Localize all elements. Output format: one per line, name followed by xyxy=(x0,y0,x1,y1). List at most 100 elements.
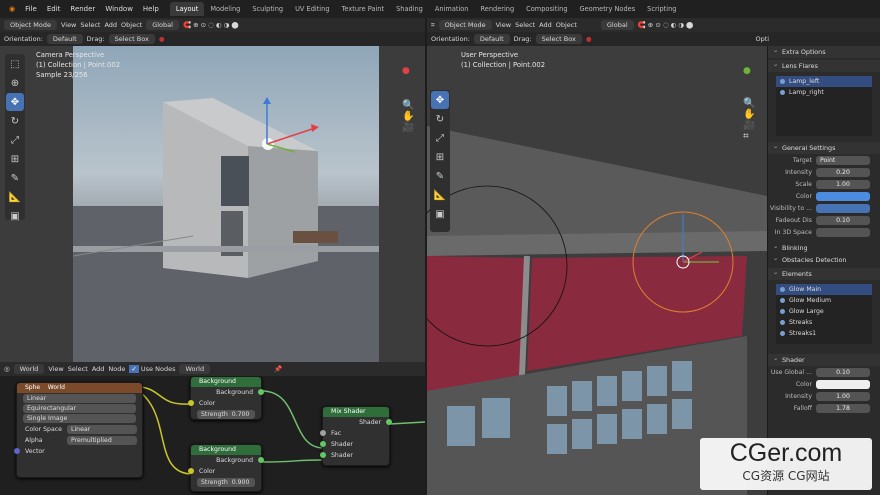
elements-section[interactable]: Elements xyxy=(768,266,880,280)
left-menu-add[interactable]: Add xyxy=(104,21,117,29)
scale-row[interactable]: Scale 1.00 xyxy=(768,178,880,190)
right-rotate-tool-icon[interactable]: ↻ xyxy=(431,110,449,128)
tab-texture-paint[interactable]: Texture Paint xyxy=(336,2,391,16)
background-node-2[interactable]: Background Background Color Strength 0.9… xyxy=(188,444,264,492)
interpolation-dropdown[interactable]: Linear xyxy=(23,394,136,403)
tab-modeling[interactable]: Modeling xyxy=(204,2,246,16)
mix-shader-node[interactable]: Mix Shader Shader Fac Shader Shader xyxy=(320,406,392,466)
left-menu-select[interactable]: Select xyxy=(80,21,100,29)
orientation-dropdown[interactable]: Default xyxy=(46,34,83,44)
left-viewport[interactable]: ⬚ ⊕ ✥ ↻ ⤢ ⊞ ✎ 📐 ▣ Camera Perspective (1)… xyxy=(0,46,425,362)
falloff-row[interactable]: Falloff 1.78 xyxy=(768,402,880,414)
drag-dropdown[interactable]: Select Box xyxy=(108,34,155,44)
target-row[interactable]: Target Point xyxy=(768,154,880,166)
zoom-icon[interactable]: 🔍 xyxy=(402,100,420,111)
use-nodes-checkbox[interactable]: ✓ Use Nodes xyxy=(129,365,175,373)
tab-shading[interactable]: Shading xyxy=(390,2,429,16)
transform-tool-icon[interactable]: ⊞ xyxy=(6,150,24,168)
visibility-row[interactable]: Visibility to ... xyxy=(768,202,880,214)
menu-render[interactable]: Render xyxy=(65,5,100,13)
background-node-1[interactable]: Background Background Color Strength 0.7… xyxy=(188,376,264,420)
lamp-list-item[interactable]: Lamp_left xyxy=(776,76,872,87)
options-overflow[interactable]: Opti xyxy=(756,35,770,43)
shader-color-row[interactable]: Color xyxy=(768,378,880,390)
tab-layout[interactable]: Layout xyxy=(169,2,205,16)
right-orientation-dropdown[interactable]: Default xyxy=(473,34,510,44)
element-item[interactable]: Glow Large xyxy=(776,306,872,317)
in-3d-space-row[interactable]: In 3D Space xyxy=(768,226,880,238)
menu-help[interactable]: Help xyxy=(138,5,164,13)
grid-icon[interactable]: ⌗ xyxy=(743,131,761,142)
blinking-section[interactable]: Blinking xyxy=(768,240,880,254)
extra-options-section[interactable]: Extra Options xyxy=(768,44,880,58)
general-settings-section[interactable]: General Settings xyxy=(768,140,880,154)
element-item[interactable]: Glow Main xyxy=(776,284,872,295)
tab-sculpting[interactable]: Sculpting xyxy=(246,2,289,16)
right-scale-tool-icon[interactable]: ⤢ xyxy=(431,129,449,147)
right-transform-dropdown[interactable]: Global xyxy=(600,20,634,30)
tab-scripting[interactable]: Scripting xyxy=(641,2,682,16)
right-transform-tool-icon[interactable]: ⊞ xyxy=(431,148,449,166)
right-menu-add[interactable]: Add xyxy=(539,21,552,29)
tab-animation[interactable]: Animation xyxy=(429,2,475,16)
add-cube-tool-icon[interactable]: ▣ xyxy=(6,207,24,225)
color-row[interactable]: Color xyxy=(768,190,880,202)
right-drag-dropdown[interactable]: Select Box xyxy=(535,34,582,44)
cursor-tool-icon[interactable]: ⊕ xyxy=(6,74,24,92)
world-dropdown[interactable]: World xyxy=(13,364,45,374)
shader-section[interactable]: Shader xyxy=(768,352,880,366)
annotate-tool-icon[interactable]: ✎ xyxy=(6,169,24,187)
use-global-row[interactable]: Use Global ... 0.10 xyxy=(768,366,880,378)
color-space-row[interactable]: Color Space Linear xyxy=(17,424,142,435)
move-tool-icon[interactable]: ✥ xyxy=(6,93,24,111)
world-datablock[interactable]: World xyxy=(179,364,211,374)
source-dropdown[interactable]: Single Image xyxy=(23,414,136,423)
node-menu-view[interactable]: View xyxy=(48,365,63,373)
scale-tool-icon[interactable]: ⤢ xyxy=(6,131,24,149)
shader-intensity-row[interactable]: Intensity 1.00 xyxy=(768,390,880,402)
right-mode-dropdown[interactable]: Object Mode xyxy=(438,20,492,30)
right-camera-icon[interactable]: 🎥 xyxy=(743,120,761,131)
right-shading-icons[interactable]: ● xyxy=(586,35,592,43)
element-item[interactable]: Glow Medium xyxy=(776,295,872,306)
bg2-strength-field[interactable]: Strength 0.900 xyxy=(197,478,255,487)
rotate-tool-icon[interactable]: ↻ xyxy=(6,112,24,130)
shading-icons[interactable]: ● xyxy=(159,35,165,43)
transform-gizmo[interactable] xyxy=(255,94,325,174)
right-add-cube-tool-icon[interactable]: ▣ xyxy=(431,205,449,223)
menu-file[interactable]: File xyxy=(20,5,42,13)
obstacles-section[interactable]: Obstacles Detection xyxy=(768,252,880,266)
snap-icon[interactable]: 🧲 ⊕ ⊙ ◌ ◐ ◑ ⬤ xyxy=(183,21,239,29)
right-axis-gizmo-icon[interactable]: ● xyxy=(743,66,761,76)
node-menu-select[interactable]: Select xyxy=(68,365,88,373)
node-menu-node[interactable]: Node xyxy=(108,365,125,373)
projection-dropdown[interactable]: Equirectangular xyxy=(23,404,136,413)
node-canvas[interactable]: Sphe World Linear Equirectangular Single… xyxy=(0,376,425,495)
left-menu-object[interactable]: Object xyxy=(121,21,142,29)
right-annotate-tool-icon[interactable]: ✎ xyxy=(431,167,449,185)
element-item[interactable]: Streaks xyxy=(776,317,872,328)
alpha-row[interactable]: Alpha Premultiplied xyxy=(17,435,142,446)
bg1-strength-field[interactable]: Strength 0.700 xyxy=(197,410,255,419)
right-measure-tool-icon[interactable]: 📐 xyxy=(431,186,449,204)
menu-window[interactable]: Window xyxy=(100,5,138,13)
tab-compositing[interactable]: Compositing xyxy=(520,2,573,16)
editor-type-icon[interactable]: ◎ xyxy=(4,365,10,373)
right-zoom-icon[interactable]: 🔍 xyxy=(743,98,761,109)
select-tool-icon[interactable]: ⬚ xyxy=(6,55,24,73)
left-mode-dropdown[interactable]: Object Mode xyxy=(4,20,57,30)
environment-texture-node[interactable]: Sphe World Linear Equirectangular Single… xyxy=(14,382,143,478)
fadeout-row[interactable]: Fadeout Dis 0.10 xyxy=(768,214,880,226)
node-menu-add[interactable]: Add xyxy=(92,365,105,373)
lens-flares-section[interactable]: Lens Flares xyxy=(768,58,880,72)
hand-icon[interactable]: ✋ xyxy=(402,111,420,122)
camera-icon[interactable]: 🎥 xyxy=(402,122,420,133)
intensity-row[interactable]: Intensity 0.20 xyxy=(768,166,880,178)
left-menu-view[interactable]: View xyxy=(61,21,76,29)
right-hand-icon[interactable]: ✋ xyxy=(743,109,761,120)
pin-icon[interactable]: 📌 xyxy=(274,365,282,373)
right-menu-select[interactable]: Select xyxy=(515,21,535,29)
right-move-tool-icon[interactable]: ✥ xyxy=(431,91,449,109)
menu-edit[interactable]: Edit xyxy=(42,5,66,13)
right-menu-view[interactable]: View xyxy=(496,21,511,29)
